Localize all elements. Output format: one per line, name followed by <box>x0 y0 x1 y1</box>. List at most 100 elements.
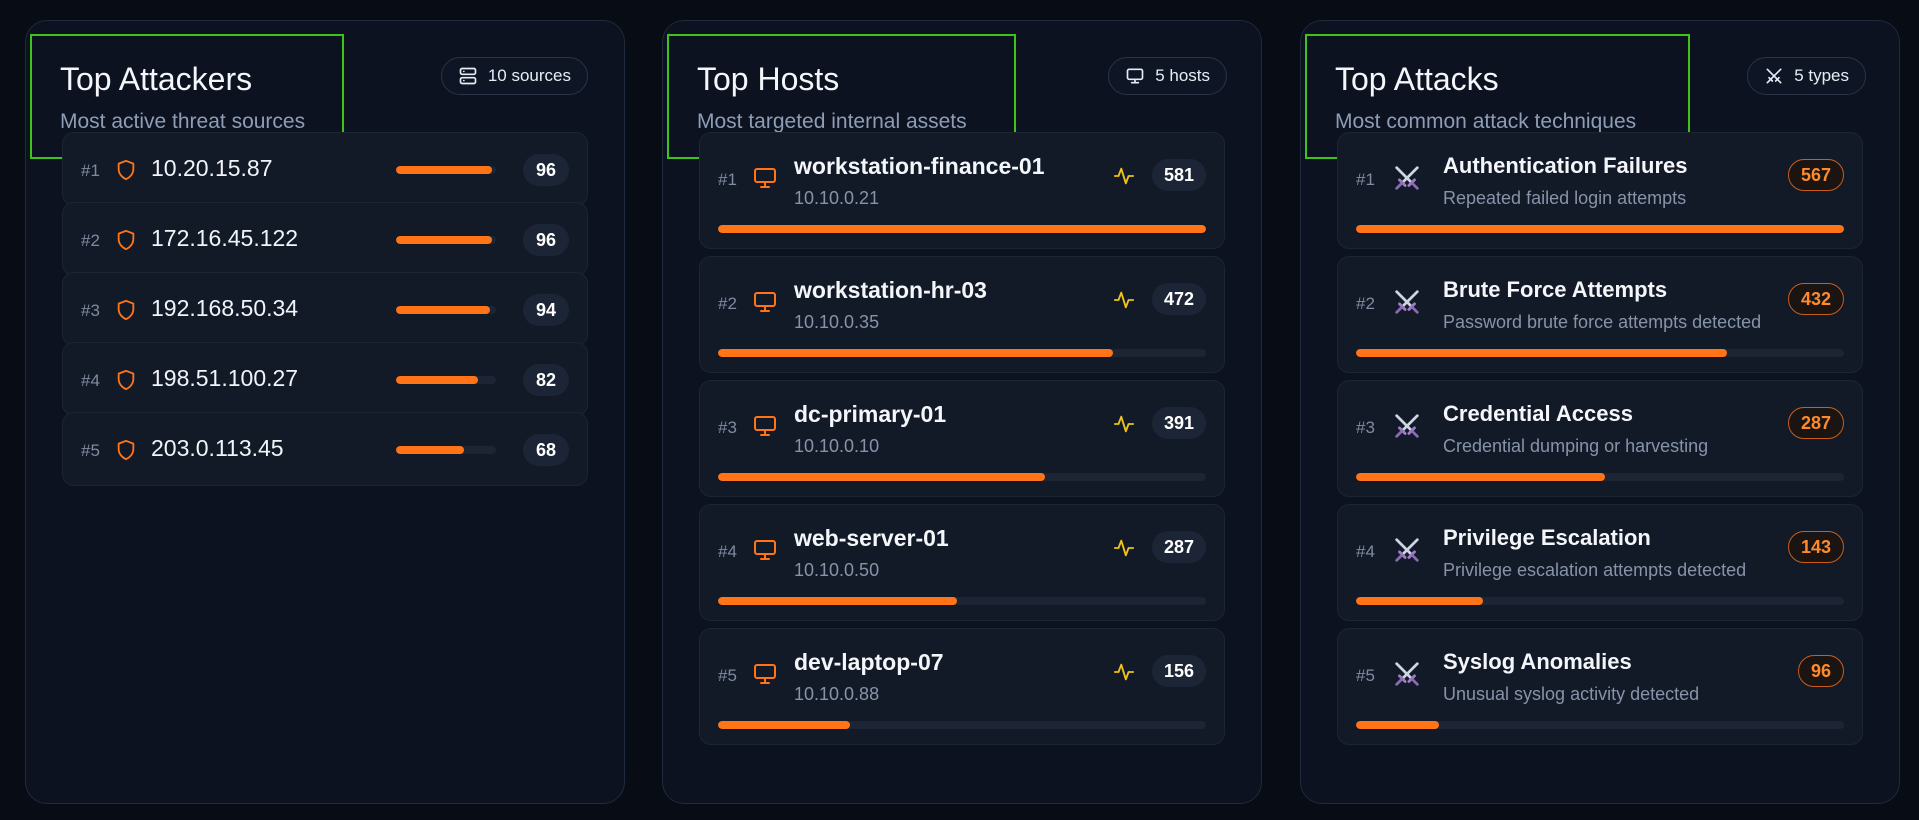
attack-name: Syslog Anomalies <box>1443 649 1632 674</box>
host-name: dev-laptop-07 <box>794 649 944 675</box>
panel-subtitle: Most common attack techniques <box>1335 110 1637 133</box>
hosts-count-badge: 5 hosts <box>1108 57 1227 95</box>
attack-description: Password brute force attempts detected <box>1443 312 1762 332</box>
shield-icon <box>117 439 135 461</box>
server-icon <box>459 67 477 85</box>
attack-count-bar <box>1356 349 1844 357</box>
activity-pulse-icon <box>1113 415 1135 433</box>
host-row[interactable]: #2 workstation-hr-03 10.10.0.35 472 <box>699 256 1225 373</box>
host-row[interactable]: #5 dev-laptop-07 10.10.0.88 156 <box>699 628 1225 745</box>
attack-count-fill <box>1356 349 1727 357</box>
attacker-row[interactable]: #4 198.51.100.27 82 <box>62 342 588 416</box>
activity-pulse-icon <box>1113 539 1135 557</box>
rank-label: #4 <box>81 371 100 390</box>
attack-count-pill: 567 <box>1787 159 1844 191</box>
attack-count-pill: 143 <box>1787 531 1844 563</box>
event-count-bar <box>718 349 1206 357</box>
badge-label: 10 sources <box>487 66 571 85</box>
host-row[interactable]: #3 dc-primary-01 10.10.0.10 391 <box>699 380 1225 497</box>
panel-subtitle: Most active threat sources <box>60 110 306 133</box>
attack-count-pill: 96 <box>1797 655 1844 687</box>
attack-count-fill <box>1356 225 1844 233</box>
crossed-swords-icon <box>1395 166 1419 190</box>
rank-label: #4 <box>718 542 737 561</box>
shield-icon <box>117 299 135 321</box>
rank-label: #1 <box>1356 170 1375 189</box>
attacker-row[interactable]: #2 172.16.45.122 96 <box>62 202 588 276</box>
event-count-fill <box>718 597 958 605</box>
attack-row[interactable]: #2 Brute Force Attempts Password brute f… <box>1337 256 1863 373</box>
host-name: web-server-01 <box>794 525 949 551</box>
event-count-fill <box>718 721 850 729</box>
threat-score-fill <box>396 236 492 244</box>
rank-label: #2 <box>718 294 737 313</box>
activity-pulse-icon <box>1113 663 1135 681</box>
event-count-bar <box>718 473 1206 481</box>
attack-row[interactable]: #1 Authentication Failures Repeated fail… <box>1337 132 1863 249</box>
attacker-row[interactable]: #5 203.0.113.45 68 <box>62 412 588 486</box>
attack-name: Authentication Failures <box>1443 153 1688 178</box>
top-hosts-panel: Top Hosts Most targeted internal assets … <box>662 20 1262 804</box>
attacker-row[interactable]: #3 192.168.50.34 94 <box>62 272 588 346</box>
attack-name: Credential Access <box>1443 401 1633 426</box>
shield-icon <box>117 369 135 391</box>
attacker-ip: 198.51.100.27 <box>151 365 299 391</box>
event-count-fill <box>718 473 1045 481</box>
types-count-badge: 5 types <box>1747 57 1866 95</box>
event-count-bar <box>718 721 1206 729</box>
sources-count-badge: 10 sources <box>440 57 588 95</box>
rank-label: #3 <box>1356 418 1375 437</box>
event-count-pill: 156 <box>1151 655 1206 687</box>
attack-description: Privilege escalation attempts detected <box>1443 560 1747 580</box>
event-count-bar <box>718 225 1206 233</box>
attack-count-bar <box>1356 225 1844 233</box>
rank-label: #3 <box>718 418 737 437</box>
event-count-fill <box>718 225 1206 233</box>
attack-count-bar <box>1356 473 1844 481</box>
threat-score-bar <box>396 446 496 454</box>
attack-count-fill <box>1356 597 1483 605</box>
host-ip: 10.10.0.21 <box>794 188 880 208</box>
attacker-ip: 192.168.50.34 <box>151 295 299 321</box>
host-ip: 10.10.0.88 <box>794 684 880 704</box>
threat-score-pill: 68 <box>523 434 569 466</box>
host-ip: 10.10.0.50 <box>794 560 880 580</box>
event-count-bar <box>718 597 1206 605</box>
threat-score-bar <box>396 236 496 244</box>
attack-count-bar <box>1356 597 1844 605</box>
monitor-icon <box>754 292 776 312</box>
badge-label: 5 hosts <box>1155 66 1210 85</box>
host-row[interactable]: #4 web-server-01 10.10.0.50 287 <box>699 504 1225 621</box>
host-ip: 10.10.0.35 <box>794 312 880 332</box>
crossed-swords-icon <box>1395 662 1419 686</box>
threat-score-pill: 96 <box>523 224 569 256</box>
threat-score-fill <box>396 376 478 384</box>
attacker-row[interactable]: #1 10.20.15.87 96 <box>62 132 588 206</box>
attack-description: Repeated failed login attempts <box>1443 188 1687 208</box>
threat-score-pill: 96 <box>523 154 569 186</box>
rank-label: #5 <box>718 666 737 685</box>
event-count-pill: 472 <box>1151 283 1206 315</box>
attack-name: Brute Force Attempts <box>1443 277 1668 302</box>
threat-score-fill <box>396 446 464 454</box>
threat-score-fill <box>396 306 490 314</box>
monitor-icon <box>754 416 776 436</box>
attack-count-pill: 432 <box>1787 283 1844 315</box>
attack-row[interactable]: #5 Syslog Anomalies Unusual syslog activ… <box>1337 628 1863 745</box>
badge-label: 5 types <box>1794 66 1849 85</box>
crossed-swords-icon <box>1395 538 1419 562</box>
attack-count-fill <box>1356 473 1605 481</box>
attack-row[interactable]: #4 Privilege Escalation Privilege escala… <box>1337 504 1863 621</box>
event-count-pill: 391 <box>1151 407 1206 439</box>
rank-label: #2 <box>81 231 100 250</box>
rank-label: #2 <box>1356 294 1375 313</box>
threat-score-fill <box>396 166 492 174</box>
host-row[interactable]: #1 workstation-finance-01 10.10.0.21 581 <box>699 132 1225 249</box>
attacker-ip: 172.16.45.122 <box>151 225 299 251</box>
shield-icon <box>117 229 135 251</box>
monitor-icon <box>754 168 776 188</box>
event-count-pill: 287 <box>1151 531 1206 563</box>
attack-count-bar <box>1356 721 1844 729</box>
activity-pulse-icon <box>1113 167 1135 185</box>
attack-row[interactable]: #3 Credential Access Credential dumping … <box>1337 380 1863 497</box>
